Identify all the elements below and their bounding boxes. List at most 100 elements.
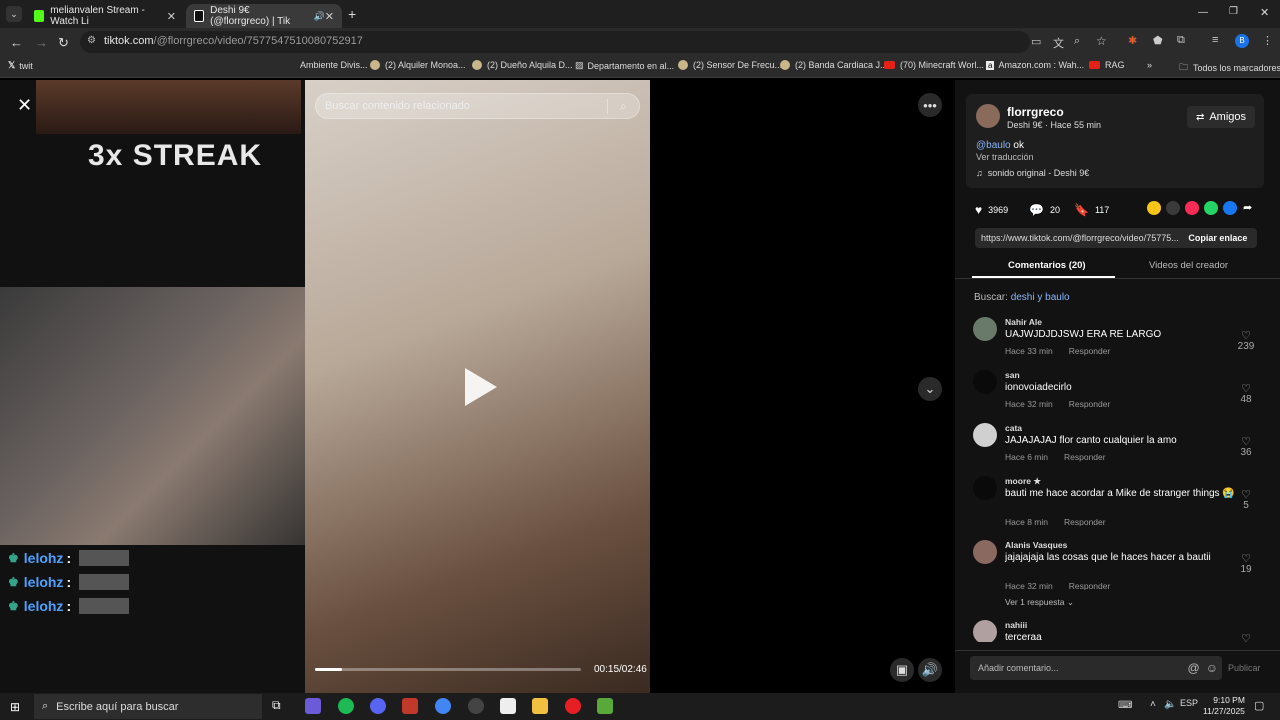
file-explorer-icon[interactable] [532, 698, 548, 714]
extension-icon[interactable]: ✱ [1128, 34, 1137, 47]
comment-button[interactable]: 💬 20 [1029, 203, 1060, 217]
reload-icon[interactable]: ↻ [58, 35, 69, 51]
embed-icon[interactable] [1166, 201, 1180, 215]
bookmark-star-icon[interactable]: ☆ [1096, 34, 1107, 48]
view-replies-link[interactable]: Ver 1 respuesta ⌄ [1005, 597, 1074, 608]
play-icon[interactable] [465, 368, 497, 406]
commenter-name[interactable]: cata [1005, 423, 1022, 433]
share-tiktok-icon[interactable] [1185, 201, 1199, 215]
taskbar-search[interactable]: ⌕ Escribe aquí para buscar [34, 694, 262, 719]
start-icon[interactable]: ⊞ [10, 700, 20, 714]
close-window-button[interactable]: ✕ [1260, 6, 1269, 19]
publish-button[interactable]: Publicar [1228, 663, 1261, 673]
close-tab-icon[interactable]: ✕ [167, 10, 176, 23]
notifications-icon[interactable]: ▢ [1254, 699, 1264, 712]
forward-icon[interactable]: → [35, 35, 48, 50]
bookmark-item[interactable]: ▨ Departamento en al... [575, 60, 674, 71]
speaker-icon[interactable]: 🔊 [314, 11, 325, 22]
commenter-avatar[interactable] [973, 540, 997, 564]
video-progress-bar[interactable] [315, 668, 581, 671]
share-icon[interactable]: ➦ [1243, 201, 1252, 214]
task-view-icon[interactable]: ⧉ [272, 698, 288, 714]
bookmark-item[interactable]: (2) Banda Cardiaca J... [780, 60, 888, 70]
app-icon[interactable] [500, 698, 516, 714]
music-link[interactable]: ♫ sonido original - Deshi 9€ [976, 168, 1089, 178]
all-bookmarks-button[interactable]: 🗀 Todos los marcadores [1179, 60, 1280, 76]
new-tab-button[interactable]: + [348, 6, 356, 22]
tab-creator-videos[interactable]: Videos del creador [1149, 260, 1228, 271]
close-icon[interactable]: ✕ [17, 95, 32, 116]
facebook-icon[interactable] [1223, 201, 1237, 215]
extensions-icon[interactable]: ⧉ [1177, 34, 1185, 47]
whatsapp-icon[interactable] [1204, 201, 1218, 215]
commenter-avatar[interactable] [973, 620, 997, 642]
minecraft-icon[interactable] [597, 698, 613, 714]
menu-icon[interactable]: ⋮ [1262, 34, 1273, 47]
more-options-icon[interactable]: ••• [918, 93, 942, 117]
language-indicator[interactable]: ESP [1180, 698, 1198, 708]
reply-button[interactable]: Responder [1064, 452, 1106, 462]
bookmark-item[interactable]: (2) Sensor De Frecu... [678, 60, 782, 70]
bookmark-item[interactable]: RAG [1089, 60, 1125, 70]
back-icon[interactable]: ← [10, 35, 23, 50]
tab-kick[interactable]: melianvalen Stream - Watch Li ✕ [26, 4, 184, 28]
heart-icon[interactable]: ♡ [1241, 632, 1251, 642]
more-bookmarks-button[interactable]: » [1147, 60, 1152, 70]
app-icon[interactable] [402, 698, 418, 714]
pip-icon[interactable]: ▣ [890, 658, 914, 682]
tab-search-button[interactable]: ⌄ [6, 6, 22, 22]
chevron-down-icon[interactable]: ⌄ [918, 377, 942, 401]
bookmark-item[interactable]: (2) Dueño Alquila D... [472, 60, 573, 70]
mention-icon[interactable]: @ [1188, 661, 1200, 675]
translate-icon[interactable]: 文 [1053, 35, 1064, 51]
author-name[interactable]: florrgreco [1007, 105, 1064, 119]
volume-icon[interactable]: 🔊 [918, 658, 942, 682]
friends-button[interactable]: ⇄ Amigos [1187, 106, 1255, 128]
author-avatar[interactable] [976, 104, 1000, 128]
tab-tiktok[interactable]: Deshi 9€ (@florrgreco) | Tik 🔊 ✕ [186, 4, 342, 28]
discord-icon[interactable] [370, 698, 386, 714]
see-translation-link[interactable]: Ver traducción [976, 152, 1034, 162]
keyboard-icon[interactable]: ⌨ [1118, 700, 1132, 711]
chevron-up-icon[interactable]: ˄ [1150, 699, 1156, 710]
media-icon[interactable]: ≡ [1212, 34, 1218, 46]
chrome-icon[interactable] [435, 698, 451, 714]
reply-button[interactable]: Responder [1064, 517, 1106, 526]
bookmark-item[interactable]: 𝕏twit [8, 60, 33, 71]
bookmark-item[interactable]: (2) Alquiler Monoa... [370, 60, 466, 70]
site-info-icon[interactable]: ⚙ [87, 35, 96, 46]
minimize-button[interactable]: — [1198, 7, 1208, 18]
search-icon[interactable]: ⌕ [607, 98, 639, 114]
commenter-name[interactable]: Nahir Ale [1005, 317, 1042, 327]
bookmark-item[interactable]: (70) Minecraft Worl... [884, 60, 984, 70]
reply-button[interactable]: Responder [1069, 346, 1111, 356]
commenter-name[interactable]: moore ★ [1005, 476, 1041, 487]
like-button[interactable]: ♥ 3969 [975, 203, 1008, 217]
spotify-icon[interactable] [338, 698, 354, 714]
close-tab-icon[interactable]: ✕ [325, 10, 334, 23]
extension-icon[interactable]: ⬟ [1153, 34, 1163, 47]
commenter-name[interactable]: nahiii [1005, 620, 1027, 630]
zoom-icon[interactable]: ⌕ [1074, 35, 1080, 48]
restore-button[interactable]: ❐ [1229, 6, 1238, 17]
tab-comments[interactable]: Comentarios (20) [1008, 260, 1086, 271]
copilot-icon[interactable] [305, 698, 321, 714]
clock[interactable]: 9:10 PM 11/27/2025 [1203, 695, 1245, 717]
save-button[interactable]: 🔖 117 [1074, 203, 1109, 217]
mention-link[interactable]: @baulo [976, 140, 1011, 151]
opera-icon[interactable] [565, 698, 581, 714]
obs-icon[interactable] [468, 698, 484, 714]
commenter-name[interactable]: Alanis Vasques [1005, 540, 1067, 550]
video-link-box[interactable]: https://www.tiktok.com/@florrgreco/video… [975, 228, 1257, 248]
comment-input[interactable]: Añadir comentario... @ ☺ [970, 656, 1222, 680]
cast-icon[interactable]: ▭ [1031, 35, 1041, 48]
copy-link-button[interactable]: Copiar enlace [1179, 233, 1257, 243]
emoji-icon[interactable]: ☺ [1206, 661, 1218, 675]
url-text[interactable]: tiktok.com/@florrgreco/video/75775475100… [104, 35, 363, 47]
bookmark-item[interactable]: a Amazon.com : Wah... [986, 60, 1084, 70]
profile-avatar[interactable]: B [1235, 34, 1249, 48]
commenter-avatar[interactable] [973, 370, 997, 394]
related-search-input[interactable]: Buscar contenido relacionado ⌕ [315, 93, 640, 119]
reply-button[interactable]: Responder [1069, 399, 1111, 409]
bookmark-item[interactable]: Ambiente Divis... [300, 60, 368, 70]
